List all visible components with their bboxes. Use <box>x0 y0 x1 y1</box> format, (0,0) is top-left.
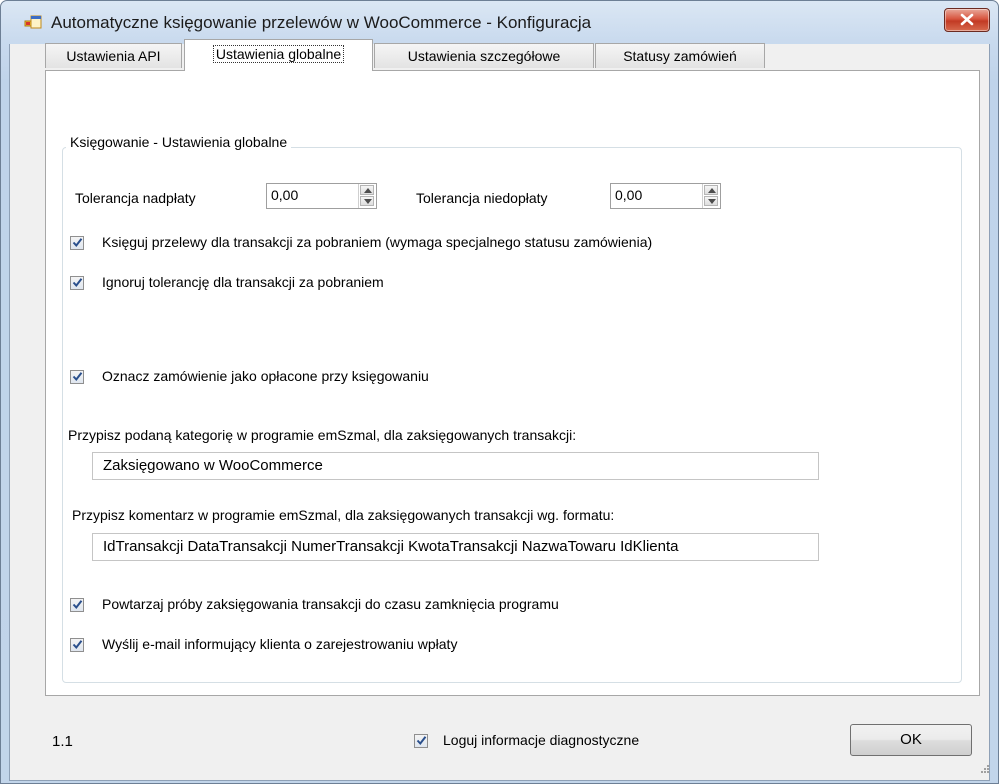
arrow-up-icon <box>708 188 716 193</box>
overpayment-spinner[interactable]: 0,00 <box>266 183 377 209</box>
arrow-down-icon <box>364 199 372 204</box>
diagnostics-checkbox[interactable] <box>414 734 428 748</box>
send-email-label[interactable]: Wyślij e-mail informujący klienta o zare… <box>102 636 457 652</box>
ok-button[interactable]: OK <box>850 724 972 756</box>
comment-format-label: Przypisz komentarz w programie emSzmal, … <box>72 507 615 523</box>
tab-ustawienia-globalne[interactable]: Ustawienia globalne <box>184 39 373 71</box>
overpayment-down-button[interactable] <box>360 196 374 206</box>
retry-booking-checkbox[interactable] <box>70 598 84 612</box>
checkmark-icon <box>72 372 83 382</box>
checkmark-icon <box>72 600 83 610</box>
underpayment-spinner[interactable]: 0,00 <box>610 183 721 209</box>
cod-booking-checkbox[interactable] <box>70 236 84 250</box>
cod-booking-label[interactable]: Księguj przelewy dla transakcji za pobra… <box>102 234 652 250</box>
app-window-icon <box>24 14 42 32</box>
mark-paid-label[interactable]: Oznacz zamówienie jako opłacone przy ksi… <box>102 368 429 384</box>
retry-booking-label[interactable]: Powtarzaj próby zaksięgowania transakcji… <box>102 596 559 612</box>
ignore-tolerance-label[interactable]: Ignoruj tolerancję dla transakcji za pob… <box>102 274 384 290</box>
close-button[interactable] <box>944 8 990 32</box>
window-title: Automatyczne księgowanie przelewów w Woo… <box>51 13 592 32</box>
mark-paid-checkbox[interactable] <box>70 370 84 384</box>
resize-grip-icon[interactable] <box>978 764 990 776</box>
underpayment-up-button[interactable] <box>704 185 718 195</box>
category-input[interactable]: Zaksięgowano w WooCommerce <box>92 452 819 480</box>
underpayment-value: 0,00 <box>615 187 643 203</box>
overpayment-value: 0,00 <box>271 187 299 203</box>
title-bar[interactable]: Automatyczne księgowanie przelewów w Woo… <box>1 1 998 45</box>
checkmark-icon <box>72 238 83 248</box>
arrow-down-icon <box>708 199 716 204</box>
arrow-up-icon <box>364 188 372 193</box>
diagnostics-label[interactable]: Loguj informacje diagnostyczne <box>443 732 639 748</box>
comment-format-input[interactable]: IdTransakcji DataTransakcji NumerTransak… <box>92 533 819 561</box>
tab-statusy-zamowien[interactable]: Statusy zamówień <box>595 43 765 68</box>
underpayment-label: Tolerancja niedopłaty <box>416 190 548 206</box>
send-email-checkbox[interactable] <box>70 638 84 652</box>
overpayment-up-button[interactable] <box>360 185 374 195</box>
checkmark-icon <box>72 640 83 650</box>
ignore-tolerance-checkbox[interactable] <box>70 276 84 290</box>
tab-ustawienia-api[interactable]: Ustawienia API <box>45 43 182 68</box>
category-label: Przypisz podaną kategorię w programie em… <box>68 427 577 443</box>
checkmark-icon <box>72 278 83 288</box>
checkmark-icon <box>416 736 427 746</box>
underpayment-down-button[interactable] <box>704 196 718 206</box>
groupbox-title: Księgowanie - Ustawienia globalne <box>66 134 292 150</box>
version-label: 1.1 <box>52 733 73 750</box>
overpayment-label: Tolerancja nadpłaty <box>75 190 196 206</box>
close-x-icon <box>960 13 974 26</box>
tab-ustawienia-szczegolowe[interactable]: Ustawienia szczegółowe <box>374 43 594 68</box>
